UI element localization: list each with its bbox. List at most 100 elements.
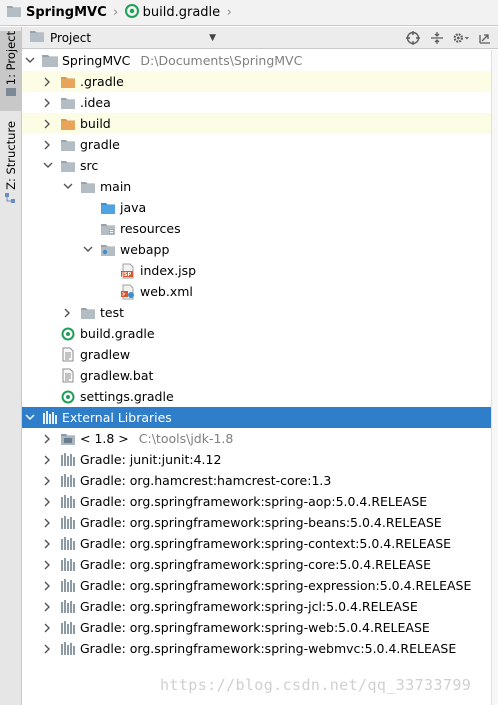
gradle-file-icon — [60, 326, 76, 342]
chevron-right-icon[interactable] — [42, 433, 54, 445]
tree-row[interactable]: test — [22, 302, 491, 323]
project-folder-icon — [6, 4, 22, 22]
scroll-gutter[interactable] — [491, 50, 498, 705]
folder-resources-icon — [100, 221, 116, 237]
tree-row[interactable]: build.gradle — [22, 323, 491, 344]
tree-row[interactable]: < 1.8 > C:\tools\jdk-1.8 — [22, 428, 491, 449]
svg-text:JSP: JSP — [121, 272, 131, 278]
chevron-right-icon[interactable] — [42, 475, 54, 487]
tree-label: test — [100, 305, 125, 320]
tree-row[interactable]: settings.gradle — [22, 386, 491, 407]
tree-row[interactable]: webapp — [22, 239, 491, 260]
chevron-down-icon[interactable] — [24, 412, 36, 424]
tree-row[interactable]: web.xml — [22, 281, 491, 302]
collapse-all-icon[interactable] — [428, 29, 446, 47]
tree-row[interactable]: Gradle: org.springframework:spring-expre… — [22, 575, 491, 596]
breadcrumb-file[interactable]: build.gradle — [123, 3, 223, 23]
tree-label: Gradle: org.springframework:spring-webmv… — [80, 641, 457, 656]
project-tree[interactable]: SpringMVC D:\Documents\SpringMVC .gradle… — [22, 50, 491, 705]
chevron-right-icon[interactable] — [42, 643, 54, 655]
text-file-icon — [60, 347, 76, 363]
chevron-right-icon[interactable] — [42, 580, 54, 592]
tree-row[interactable]: build — [22, 113, 491, 134]
tree-row[interactable]: Gradle: org.springframework:spring-web:5… — [22, 617, 491, 638]
tree-row[interactable]: Gradle: org.springframework:spring-webmv… — [22, 638, 491, 659]
tool-tab-project[interactable]: 1: Project — [0, 31, 21, 111]
tree-label: Gradle: junit:junit:4.12 — [80, 452, 222, 467]
chevron-right-icon[interactable] — [42, 118, 54, 130]
tree-row[interactable]: .idea — [22, 92, 491, 113]
tree-row-root[interactable]: SpringMVC D:\Documents\SpringMVC — [22, 50, 491, 71]
chevron-right-icon[interactable] — [42, 139, 54, 151]
chevron-right-icon[interactable] — [42, 454, 54, 466]
xml-file-icon — [120, 284, 136, 300]
breadcrumb-project[interactable]: SpringMVC — [4, 3, 109, 23]
tree-row[interactable]: gradlew.bat — [22, 365, 491, 386]
tool-window-strip: 1: Project Z: Structure — [0, 27, 22, 705]
tree-row[interactable]: resources — [22, 218, 491, 239]
breadcrumb-file-label: build.gradle — [142, 5, 221, 20]
chevron-right-icon[interactable] — [42, 601, 54, 613]
folder-gray-icon — [60, 158, 76, 174]
tree-row-external-libraries[interactable]: External Libraries — [22, 407, 491, 428]
project-folder-icon — [42, 53, 58, 69]
tree-row[interactable]: JSP index.jsp — [22, 260, 491, 281]
chevron-right-icon[interactable] — [42, 538, 54, 550]
folder-blue-icon — [100, 200, 116, 216]
tree-row[interactable]: Gradle: org.springframework:spring-beans… — [22, 512, 491, 533]
chevron-right-icon[interactable] — [42, 622, 54, 634]
tree-row[interactable]: Gradle: junit:junit:4.12 — [22, 449, 491, 470]
tree-label: External Libraries — [62, 410, 172, 425]
chevron-right-icon[interactable] — [42, 97, 54, 109]
tree-row[interactable]: main — [22, 176, 491, 197]
tree-row[interactable]: .gradle — [22, 71, 491, 92]
chevron-down-icon[interactable] — [42, 160, 54, 172]
gear-icon[interactable] — [452, 29, 470, 47]
tree-label: build.gradle — [80, 326, 155, 341]
tree-row[interactable]: Gradle: org.springframework:spring-jcl:5… — [22, 596, 491, 617]
tree-row[interactable]: Gradle: org.springframework:spring-core:… — [22, 554, 491, 575]
jdk-folder-icon — [60, 431, 76, 447]
chevron-down-icon[interactable] — [24, 55, 36, 67]
tool-tab-structure[interactable]: Z: Structure — [0, 121, 21, 207]
tree-label: Gradle: org.springframework:spring-expre… — [80, 578, 472, 593]
tree-label: Gradle: org.springframework:spring-core:… — [80, 557, 432, 572]
project-panel-header: Project ▼ — [22, 27, 498, 49]
project-view-selector[interactable]: Project — [50, 31, 91, 45]
gradle-file-icon — [124, 3, 139, 22]
folder-gray-icon — [60, 95, 76, 111]
tree-row[interactable]: java — [22, 197, 491, 218]
hide-icon[interactable] — [476, 29, 494, 47]
navigation-bar: SpringMVC › build.gradle › — [0, 0, 498, 26]
library-icon — [60, 536, 76, 552]
library-icon — [60, 452, 76, 468]
library-icon — [60, 557, 76, 573]
tree-label: webapp — [120, 242, 170, 257]
project-tool-icon — [5, 88, 16, 97]
target-icon[interactable] — [404, 29, 422, 47]
tree-label: gradle — [80, 137, 120, 152]
tree-row[interactable]: Gradle: org.hamcrest:hamcrest-core:1.3 — [22, 470, 491, 491]
dropdown-arrow-icon[interactable]: ▼ — [209, 33, 216, 43]
gradle-file-icon — [60, 389, 76, 405]
library-icon — [60, 641, 76, 657]
tree-row[interactable]: gradlew — [22, 344, 491, 365]
breadcrumb-project-label: SpringMVC — [26, 5, 107, 20]
tree-label: SpringMVC — [62, 53, 131, 68]
project-view-icon — [30, 30, 44, 45]
tree-row[interactable]: Gradle: org.springframework:spring-aop:5… — [22, 491, 491, 512]
tree-label: build — [80, 116, 111, 131]
tree-row[interactable]: src — [22, 155, 491, 176]
tree-label: Gradle: org.springframework:spring-beans… — [80, 515, 442, 530]
tree-row[interactable]: Gradle: org.springframework:spring-conte… — [22, 533, 491, 554]
tree-label: Gradle: org.springframework:spring-web:5… — [80, 620, 430, 635]
chevron-right-icon[interactable] — [42, 76, 54, 88]
chevron-right-icon[interactable] — [42, 559, 54, 571]
tree-row[interactable]: gradle — [22, 134, 491, 155]
chevron-right-icon[interactable] — [42, 517, 54, 529]
chevron-down-icon[interactable] — [82, 244, 94, 256]
library-icon — [60, 578, 76, 594]
chevron-down-icon[interactable] — [62, 181, 74, 193]
chevron-right-icon[interactable] — [42, 496, 54, 508]
chevron-right-icon[interactable] — [62, 307, 74, 319]
